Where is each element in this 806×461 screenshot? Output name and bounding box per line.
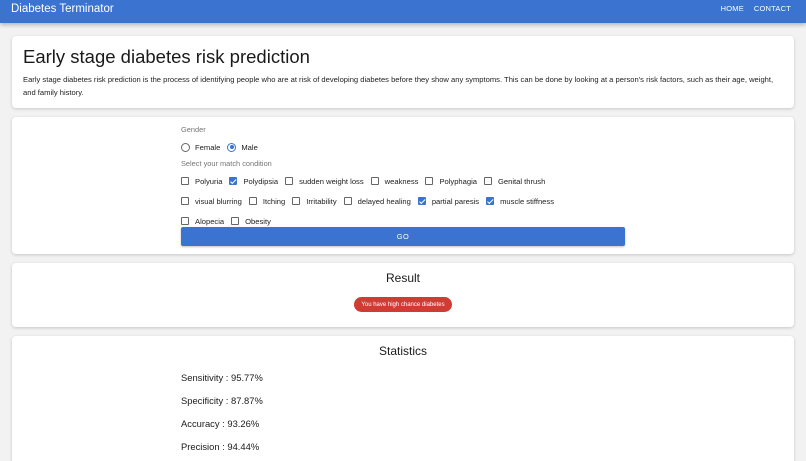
polyphagia-label: Polyphagia — [439, 176, 478, 186]
polyuria-checkbox[interactable] — [181, 177, 189, 185]
polyphagia-checkbox[interactable] — [425, 177, 434, 185]
delayed-healing-checkbox[interactable] — [343, 197, 352, 205]
alopecia-label: Alopecia — [195, 216, 225, 226]
condition-option-itching[interactable]: Itching — [248, 196, 286, 206]
female-label: Female — [195, 142, 221, 152]
alopecia-checkbox[interactable] — [181, 217, 189, 225]
sudden-weight-loss-label: sudden weight loss — [299, 176, 364, 186]
condition-option-delayed-healing[interactable]: delayed healing — [343, 196, 411, 206]
stat-specificity: Specificity : 87.87% — [181, 395, 263, 406]
statistics-card: Statistics Sensitivity : 95.77% Specific… — [12, 336, 794, 461]
visual-blurring-checkbox[interactable] — [181, 197, 189, 205]
condition-option-polydipsia[interactable]: Polydipsia — [229, 177, 278, 186]
app-bar: Diabetes Terminator HOME CONTACT — [0, 0, 806, 23]
go-button[interactable]: GO — [181, 227, 625, 246]
intro-card: Early stage diabetes risk prediction Ear… — [12, 36, 794, 108]
statistics-title: Statistics — [378, 344, 427, 358]
muscle-stiffness-label: muscle stiffness — [500, 196, 554, 206]
condition-option-alopecia[interactable]: Alopecia — [181, 217, 224, 226]
condition-row: Polyuria Polydipsia sudden weight loss weak… — [181, 171, 626, 191]
condition-option-polyphagia[interactable]: Polyphagia — [425, 177, 477, 186]
irritability-label: Irritability — [306, 196, 337, 206]
condition-row: visual blurring Itching Irritability delaye… — [181, 191, 626, 211]
condition-option-muscle-stiffness[interactable]: muscle stiffness — [486, 197, 554, 206]
condition-checkbox-group: Polyuria Polydipsia sudden weight loss weak… — [181, 171, 626, 231]
delayed-healing-label: delayed healing — [357, 196, 411, 206]
male-label: Male — [241, 142, 258, 152]
male-radio[interactable] — [227, 142, 237, 152]
gender-male-option[interactable]: Male — [227, 142, 258, 152]
visual-blurring-label: visual blurring — [195, 196, 242, 206]
weakness-label: weakness — [384, 176, 419, 186]
stat-precision: Precision : 94.44% — [181, 441, 260, 452]
condition-option-weakness[interactable]: weakness — [370, 176, 419, 186]
gender-label: Gender — [181, 125, 206, 134]
prediction-form-card: Gender Female Male Select your match con… — [12, 117, 794, 254]
nav-contact-link[interactable]: CONTACT — [754, 4, 791, 13]
nav-home-link[interactable]: HOME — [721, 4, 744, 13]
app-title[interactable]: Diabetes Terminator — [11, 3, 114, 15]
itching-label: Itching — [262, 196, 286, 206]
page-title: Early stage diabetes risk prediction — [23, 46, 310, 67]
result-card: Result You have high chance diabetes — [12, 263, 794, 327]
genital-thrush-label: Genital thrush — [498, 176, 546, 186]
polyuria-label: Polyuria — [195, 176, 223, 186]
condition-label: Select your match condition — [181, 159, 272, 168]
obesity-checkbox[interactable] — [231, 217, 240, 225]
stat-sensitivity: Sensitivity : 95.77% — [181, 372, 263, 383]
condition-option-genital-thrush[interactable]: Genital thrush — [484, 177, 545, 186]
obesity-label: Obesity — [245, 216, 271, 226]
result-title: Result — [385, 271, 420, 285]
female-radio[interactable] — [181, 142, 190, 152]
condition-option-partial-paresis[interactable]: partial paresis — [417, 196, 480, 206]
irritability-checkbox[interactable] — [292, 197, 301, 205]
condition-option-obesity[interactable]: Obesity — [231, 217, 271, 226]
condition-option-sudden-weight-loss[interactable]: sudden weight loss — [285, 177, 364, 186]
polydipsia-checkbox[interactable] — [229, 177, 238, 185]
condition-option-polyuria[interactable]: Polyuria — [181, 177, 222, 186]
stat-accuracy: Accuracy : 93.26% — [181, 418, 260, 429]
condition-option-visual-blurring[interactable]: visual blurring — [181, 197, 242, 206]
condition-option-irritability[interactable]: Irritability — [292, 196, 337, 206]
polydipsia-label: Polydipsia — [243, 176, 279, 186]
gender-female-option[interactable]: Female — [181, 142, 221, 152]
weakness-checkbox[interactable] — [370, 177, 379, 185]
partial-paresis-label: partial paresis — [431, 196, 480, 206]
result-badge: You have high chance diabetes — [354, 297, 452, 312]
page-description: Early stage diabetes risk prediction is … — [23, 75, 774, 97]
gender-radio-group: Female Male — [181, 137, 626, 157]
genital-thrush-checkbox[interactable] — [484, 177, 493, 185]
itching-checkbox[interactable] — [248, 197, 257, 205]
top-nav: HOME CONTACT — [721, 4, 791, 13]
partial-paresis-checkbox[interactable] — [417, 197, 426, 205]
sudden-weight-loss-checkbox[interactable] — [285, 177, 294, 185]
prediction-form: Gender Female Male Select your match con… — [181, 125, 626, 231]
muscle-stiffness-checkbox[interactable] — [486, 197, 495, 205]
